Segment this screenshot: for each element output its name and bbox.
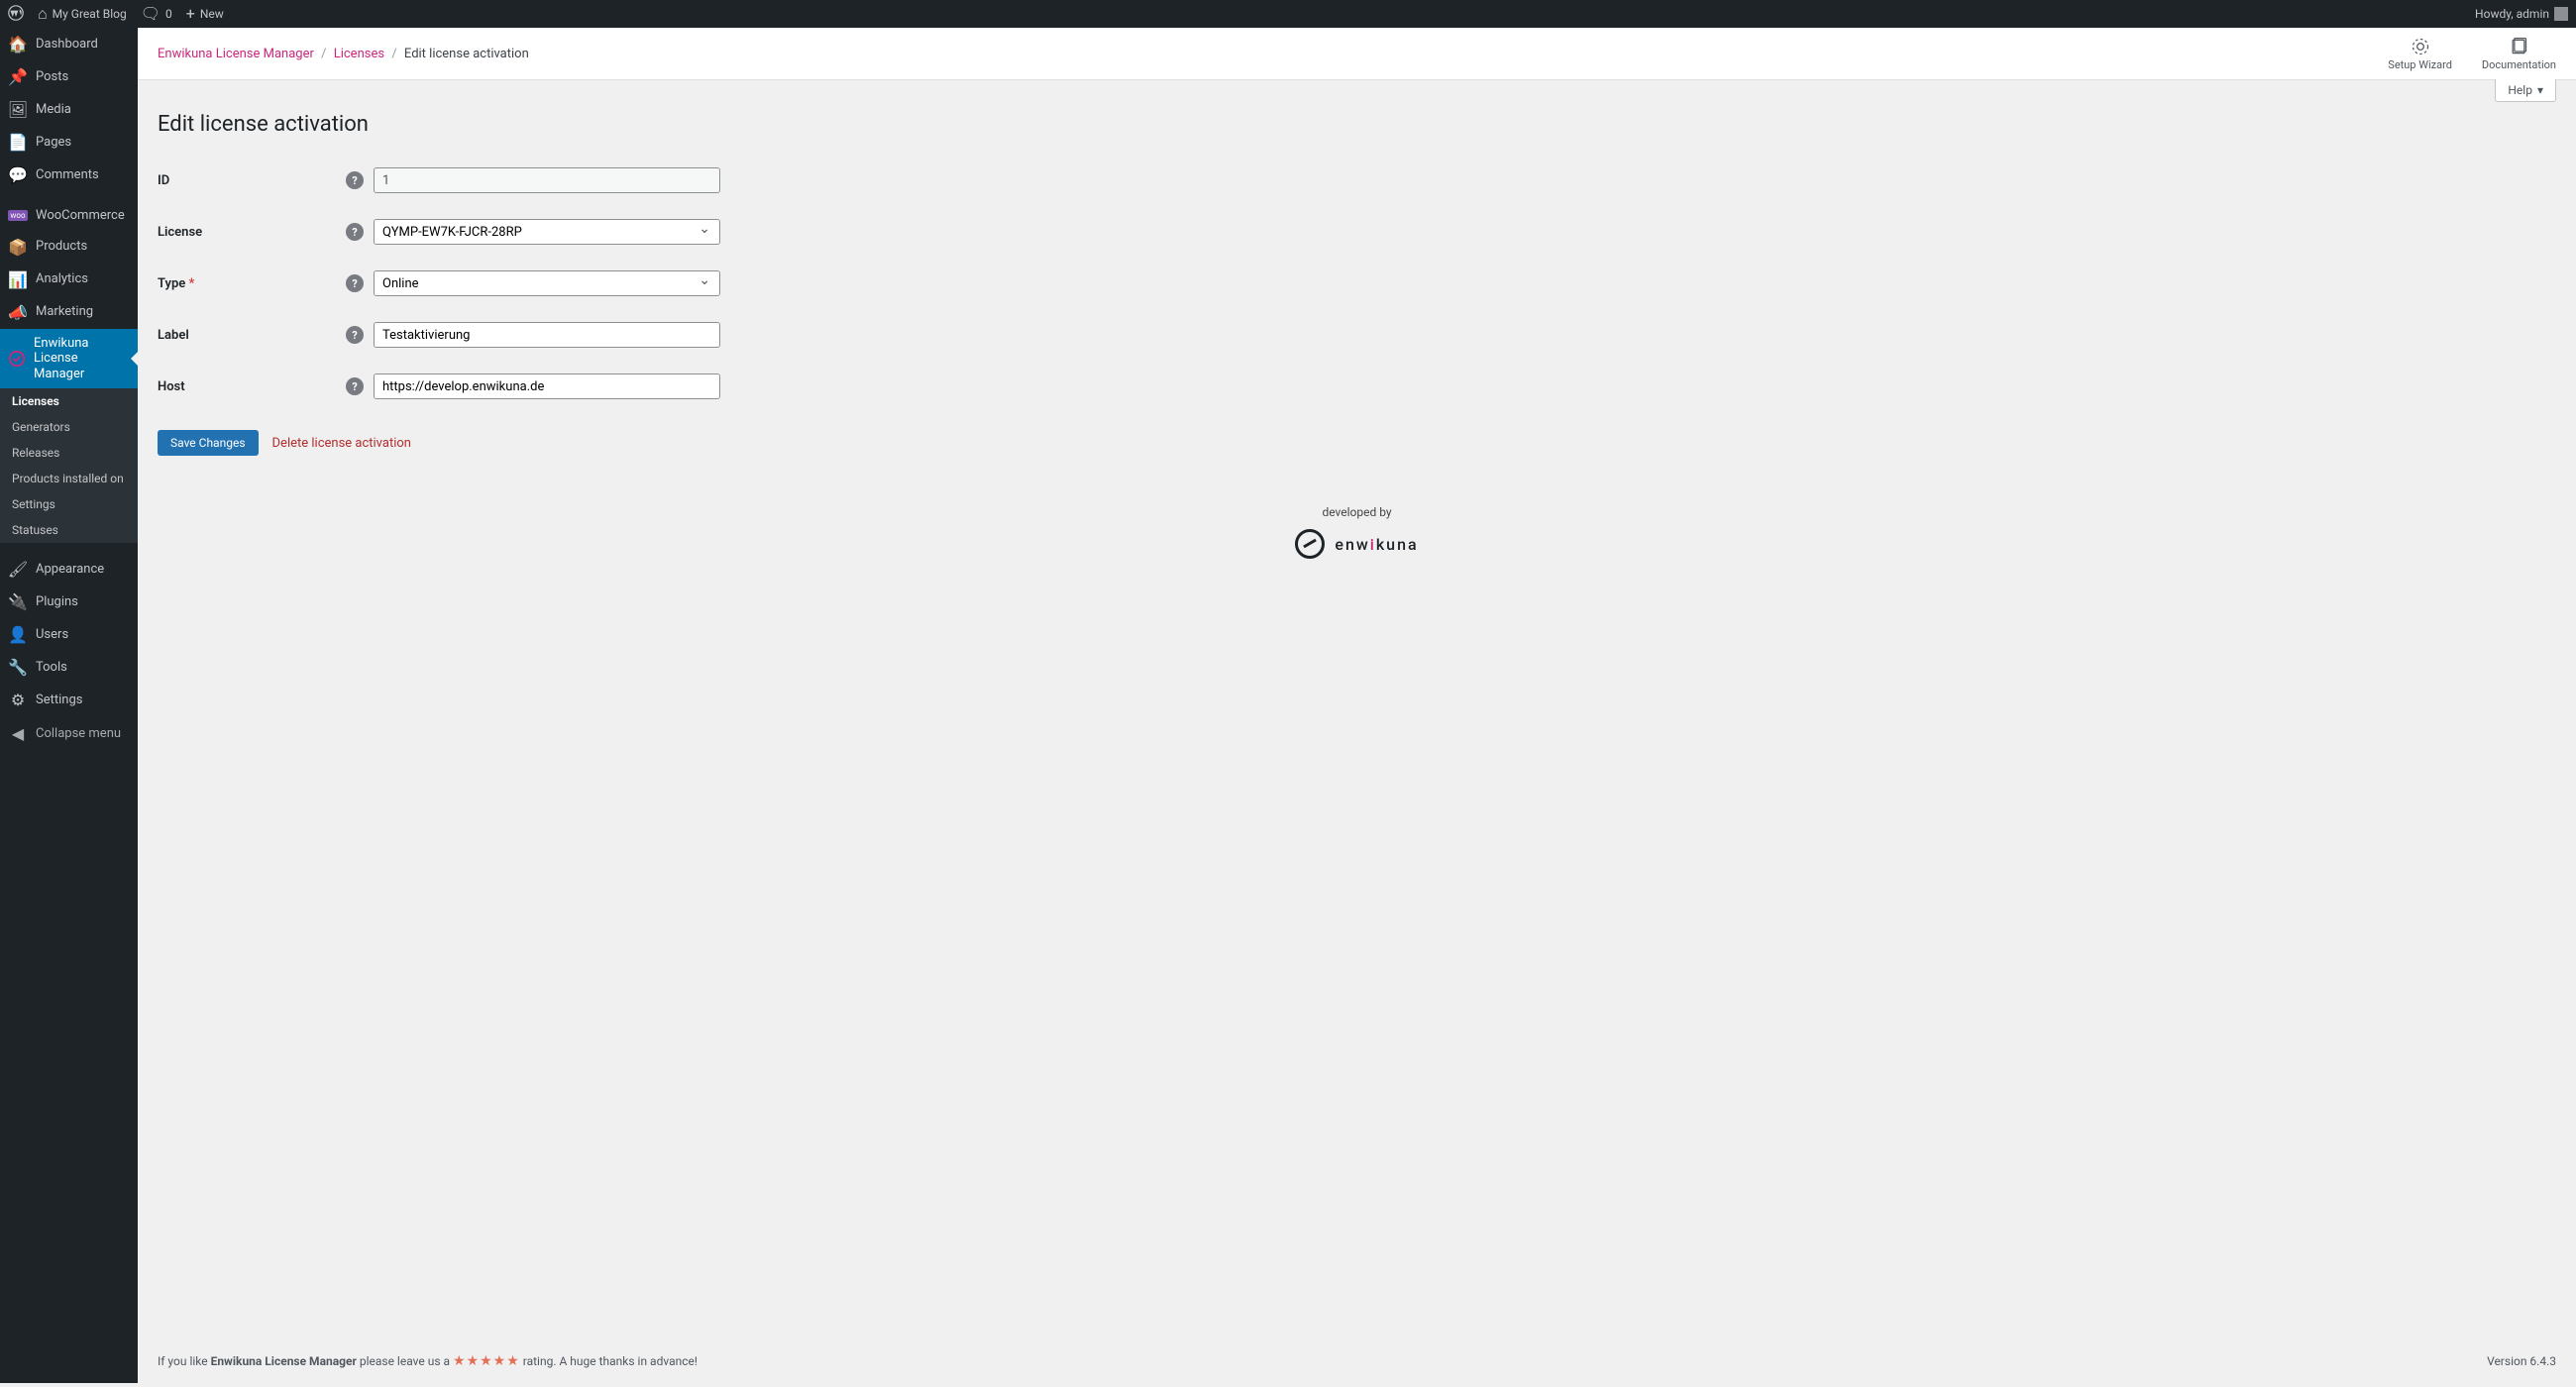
new-label: New (200, 7, 224, 21)
breadcrumb-parent[interactable]: Licenses (334, 47, 384, 61)
products-icon: 📦 (8, 238, 28, 257)
menu-comments[interactable]: 💬 Comments (0, 159, 138, 191)
comments-count: 0 (165, 7, 172, 21)
comments-icon: 💬 (8, 165, 28, 184)
users-icon: 👤 (8, 625, 28, 644)
admin-bar: ⌂ My Great Blog 🗨 0 + New Howdy, admin (0, 0, 2576, 28)
submenu-statuses[interactable]: Statuses (0, 517, 138, 543)
help-icon[interactable]: ? (346, 223, 364, 241)
logo-mark-icon (1295, 529, 1325, 559)
stars-icon[interactable]: ★★★★★ (453, 1353, 520, 1369)
new-link[interactable]: + New (186, 6, 224, 22)
menu-tools[interactable]: 🔧 Tools (0, 651, 138, 684)
menu-elm[interactable]: Enwikuna License Manager (0, 329, 138, 389)
page-title: Edit license activation (158, 112, 2556, 137)
breadcrumb: Enwikuna License Manager / Licenses / Ed… (158, 47, 529, 61)
plugin-icon: 🔌 (8, 592, 28, 611)
comments-link[interactable]: 🗨 0 (141, 6, 172, 22)
license-select[interactable]: QYMP-EW7K-FJCR-28RP (374, 219, 720, 245)
analytics-icon: 📊 (8, 270, 28, 289)
collapse-menu[interactable]: ◀ Collapse menu (0, 716, 138, 751)
page-header: Enwikuna License Manager / Licenses / Ed… (138, 28, 2576, 80)
edit-form: ID ? License ? QYMP-EW7K-FJCR-28RP (158, 155, 2556, 412)
plus-icon: + (186, 6, 195, 22)
setup-wizard-link[interactable]: Setup Wizard (2388, 37, 2452, 71)
license-label: License (158, 225, 346, 240)
submenu-licenses[interactable]: Licenses (0, 388, 138, 414)
megaphone-icon: 📣 (8, 303, 28, 322)
submenu-products-installed[interactable]: Products installed on (0, 466, 138, 491)
version-text: Version 6.4.3 (2487, 1354, 2556, 1368)
menu-appearance[interactable]: 🖌 Appearance (0, 553, 138, 586)
menu-users[interactable]: 👤 Users (0, 618, 138, 651)
home-icon: ⌂ (38, 6, 48, 22)
type-select[interactable]: Online (374, 270, 720, 296)
help-icon[interactable]: ? (346, 171, 364, 189)
pin-icon: 📌 (8, 67, 28, 86)
page-icon: 📄 (8, 133, 28, 152)
media-icon: 🖼 (8, 100, 28, 119)
id-field[interactable] (374, 167, 720, 193)
admin-sidebar: 🏠 Dashboard 📌 Posts 🖼 Media 📄 Pages 💬 Co… (0, 28, 138, 1383)
sliders-icon: ⚙ (8, 691, 28, 709)
type-label: Type * (158, 276, 346, 291)
host-label: Host (158, 379, 346, 394)
help-icon[interactable]: ? (346, 274, 364, 292)
menu-marketing[interactable]: 📣 Marketing (0, 296, 138, 329)
wp-logo[interactable] (8, 5, 24, 24)
save-button[interactable]: Save Changes (158, 430, 259, 456)
delete-link[interactable]: Delete license activation (272, 436, 411, 451)
menu-media[interactable]: 🖼 Media (0, 93, 138, 126)
chevron-down-icon: ▾ (2537, 83, 2543, 97)
site-title: My Great Blog (53, 7, 127, 21)
help-tab[interactable]: Help ▾ (2495, 79, 2556, 102)
submenu-generators[interactable]: Generators (0, 414, 138, 440)
menu-pages[interactable]: 📄 Pages (0, 126, 138, 159)
id-label: ID (158, 173, 346, 188)
elm-icon (8, 350, 26, 368)
howdy-text: Howdy, admin (2475, 7, 2549, 21)
wordpress-icon (8, 5, 24, 24)
menu-products[interactable]: 📦 Products (0, 231, 138, 264)
breadcrumb-sep: / (391, 47, 396, 61)
submenu-releases[interactable]: Releases (0, 440, 138, 466)
menu-posts[interactable]: 📌 Posts (0, 60, 138, 93)
host-field[interactable] (374, 373, 720, 399)
user-menu[interactable]: Howdy, admin (2475, 7, 2568, 21)
menu-dashboard[interactable]: 🏠 Dashboard (0, 28, 138, 60)
enwikuna-logo: enwikuna (1295, 529, 1418, 559)
wrench-icon: 🔧 (8, 658, 28, 677)
menu-settings[interactable]: ⚙ Settings (0, 684, 138, 716)
breadcrumb-sep: / (321, 47, 326, 61)
dashboard-icon: 🏠 (8, 35, 28, 53)
footer: If you like Enwikuna License Manager ple… (138, 1339, 2576, 1383)
avatar-icon (2554, 7, 2568, 21)
label-label: Label (158, 328, 346, 343)
elm-submenu: Licenses Generators Releases Products in… (0, 388, 138, 543)
site-link[interactable]: ⌂ My Great Blog (38, 6, 127, 22)
help-icon[interactable]: ? (346, 377, 364, 395)
content-area: Enwikuna License Manager / Licenses / Ed… (138, 28, 2576, 1383)
label-field[interactable] (374, 322, 720, 348)
submenu-settings[interactable]: Settings (0, 491, 138, 517)
breadcrumb-root[interactable]: Enwikuna License Manager (158, 47, 314, 61)
menu-woocommerce[interactable]: woo WooCommerce (0, 201, 138, 231)
menu-plugins[interactable]: 🔌 Plugins (0, 586, 138, 618)
comment-icon: 🗨 (141, 6, 161, 22)
menu-analytics[interactable]: 📊 Analytics (0, 264, 138, 296)
collapse-icon: ◀ (8, 724, 28, 743)
documentation-link[interactable]: Documentation (2482, 37, 2556, 71)
setup-wizard-icon (2411, 37, 2430, 56)
help-icon[interactable]: ? (346, 326, 364, 344)
documentation-icon (2509, 37, 2528, 56)
developed-by: developed by enwikuna (158, 505, 2556, 562)
brush-icon: 🖌 (8, 560, 28, 579)
woo-icon: woo (8, 210, 28, 221)
breadcrumb-current: Edit license activation (404, 47, 529, 61)
